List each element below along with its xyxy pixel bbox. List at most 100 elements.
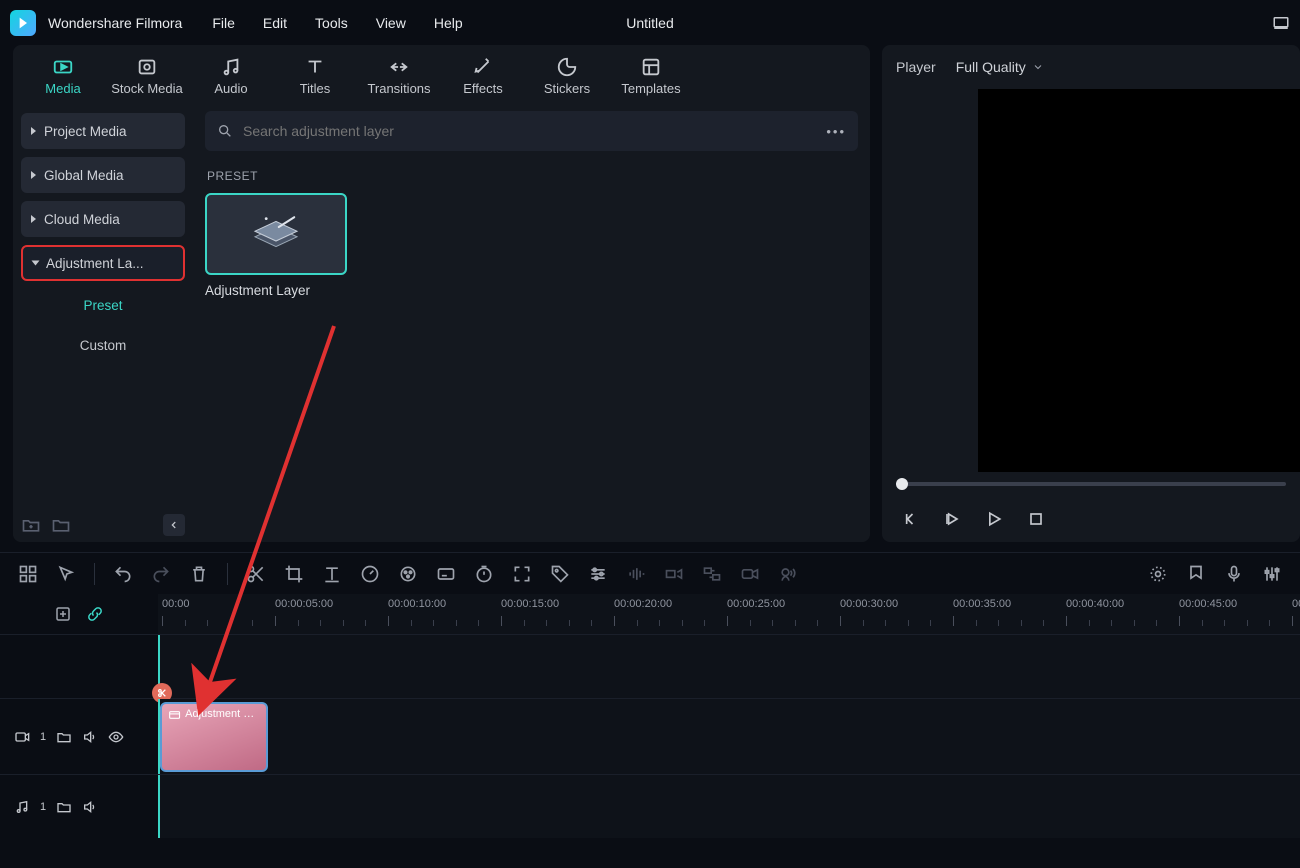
sidebar-item-adjustment-layer[interactable]: Adjustment La...	[21, 245, 185, 281]
track-head-audio: 1	[0, 775, 158, 838]
keyframe-button[interactable]	[1148, 564, 1168, 584]
ruler-tick: 00:00:50	[1292, 598, 1300, 610]
tab-transitions[interactable]: Transitions	[359, 48, 439, 104]
player-label: Player	[896, 59, 936, 75]
clip-label: Adjustment La...	[185, 708, 260, 720]
audio-wave-button[interactable]	[626, 564, 646, 584]
tab-audio[interactable]: Audio	[191, 48, 271, 104]
tab-stickers[interactable]: Stickers	[527, 48, 607, 104]
caret-right-icon	[31, 127, 36, 135]
marker-button[interactable]	[1186, 564, 1206, 584]
playhead[interactable]	[158, 699, 160, 774]
track-folder-icon[interactable]	[56, 729, 72, 745]
player-viewport[interactable]	[978, 89, 1300, 472]
sidebar-sub-preset[interactable]: Preset	[21, 289, 185, 321]
quality-select[interactable]: Full Quality	[950, 55, 1048, 79]
timer-button[interactable]	[474, 564, 494, 584]
record-button[interactable]	[740, 564, 760, 584]
speed-button[interactable]	[360, 564, 380, 584]
ruler-tick: 00:00:35:00	[953, 598, 1011, 610]
menu-file[interactable]: File	[212, 15, 235, 31]
split-button[interactable]	[246, 564, 266, 584]
display-mode-icon[interactable]	[1272, 14, 1290, 32]
stickers-icon	[556, 56, 578, 78]
tab-media[interactable]: Media	[23, 48, 103, 104]
sync-button[interactable]	[702, 564, 722, 584]
sidebar-item-project-media[interactable]: Project Media	[21, 113, 185, 149]
toolbar-select-icon[interactable]	[56, 564, 76, 584]
lane-audio[interactable]	[158, 775, 1300, 838]
menu-help[interactable]: Help	[434, 15, 463, 31]
play-pause-button[interactable]	[942, 509, 962, 529]
menu-bar: Wondershare Filmora File Edit Tools View…	[0, 0, 1300, 45]
add-track-icon[interactable]	[54, 605, 72, 623]
ruler-tick: 00:00	[162, 598, 190, 610]
menu-view[interactable]: View	[376, 15, 406, 31]
track-visible-icon[interactable]	[108, 729, 124, 745]
menu-tools[interactable]: Tools	[315, 15, 348, 31]
track-video-1: 1 Adjustment La...	[0, 698, 1300, 774]
preset-adjustment-layer[interactable]: Adjustment Layer	[205, 193, 347, 298]
ruler-tick: 00:00:10:00	[388, 598, 446, 610]
mixer-button[interactable]	[1262, 564, 1282, 584]
preset-label: Adjustment Layer	[205, 283, 347, 298]
track-audio-1: 1	[0, 774, 1300, 838]
titles-icon	[304, 56, 326, 78]
link-icon[interactable]	[86, 605, 104, 623]
detach-audio-button[interactable]	[664, 564, 684, 584]
app-name: Wondershare Filmora	[48, 15, 182, 31]
player-scrubber[interactable]	[882, 472, 1300, 496]
sidebar-sub-custom[interactable]: Custom	[21, 329, 185, 361]
sidebar-item-global-media[interactable]: Global Media	[21, 157, 185, 193]
lane-video[interactable]: Adjustment La...	[158, 699, 1300, 774]
undo-button[interactable]	[113, 564, 133, 584]
lane-spacer[interactable]	[158, 635, 1300, 698]
tag-button[interactable]	[550, 564, 570, 584]
clip-type-icon	[168, 708, 181, 722]
text-button[interactable]	[322, 564, 342, 584]
adjust-button[interactable]	[588, 564, 608, 584]
playhead[interactable]	[158, 775, 160, 838]
new-folder-icon[interactable]	[21, 515, 41, 535]
voiceover-button[interactable]	[1224, 564, 1244, 584]
voice-button[interactable]	[778, 564, 798, 584]
menu-edit[interactable]: Edit	[263, 15, 287, 31]
tab-stock-media[interactable]: Stock Media	[107, 48, 187, 104]
tab-templates[interactable]: Templates	[611, 48, 691, 104]
audio-icon	[220, 56, 242, 78]
folder-icon[interactable]	[51, 515, 71, 535]
redo-button[interactable]	[151, 564, 171, 584]
track-spacer	[0, 634, 1300, 698]
scrub-handle[interactable]	[896, 478, 908, 490]
stop-button[interactable]	[1026, 509, 1046, 529]
track-folder-icon[interactable]	[56, 799, 72, 815]
tab-titles[interactable]: Titles	[275, 48, 355, 104]
prev-frame-button[interactable]	[900, 509, 920, 529]
color-button[interactable]	[398, 564, 418, 584]
caret-down-icon	[32, 261, 40, 266]
sidebar-item-cloud-media[interactable]: Cloud Media	[21, 201, 185, 237]
clip-adjustment-layer[interactable]: Adjustment La...	[160, 702, 268, 772]
preset-thumbnail[interactable]	[205, 193, 347, 275]
timeline-toolbar	[0, 552, 1300, 594]
search-bar: •••	[205, 111, 858, 151]
timeline-ruler[interactable]: 00:0000:00:05:0000:00:10:0000:00:15:0000…	[158, 594, 1300, 634]
crop-button[interactable]	[284, 564, 304, 584]
collapse-sidebar-button[interactable]	[163, 514, 185, 536]
chevron-left-icon	[169, 520, 179, 530]
more-options-icon[interactable]: •••	[826, 124, 846, 139]
track-mute-icon[interactable]	[82, 799, 98, 815]
ruler-tick: 00:00:45:00	[1179, 598, 1237, 610]
toolbar-layout-icon[interactable]	[18, 564, 38, 584]
track-mute-icon[interactable]	[82, 729, 98, 745]
play-button[interactable]	[984, 509, 1004, 529]
search-input[interactable]	[243, 123, 816, 139]
tab-effects[interactable]: Effects	[443, 48, 523, 104]
delete-button[interactable]	[189, 564, 209, 584]
adjustment-layer-icon	[241, 212, 311, 256]
caret-right-icon	[31, 215, 36, 223]
fit-button[interactable]	[512, 564, 532, 584]
caption-button[interactable]	[436, 564, 456, 584]
transitions-icon	[388, 56, 410, 78]
playhead[interactable]	[158, 635, 160, 698]
